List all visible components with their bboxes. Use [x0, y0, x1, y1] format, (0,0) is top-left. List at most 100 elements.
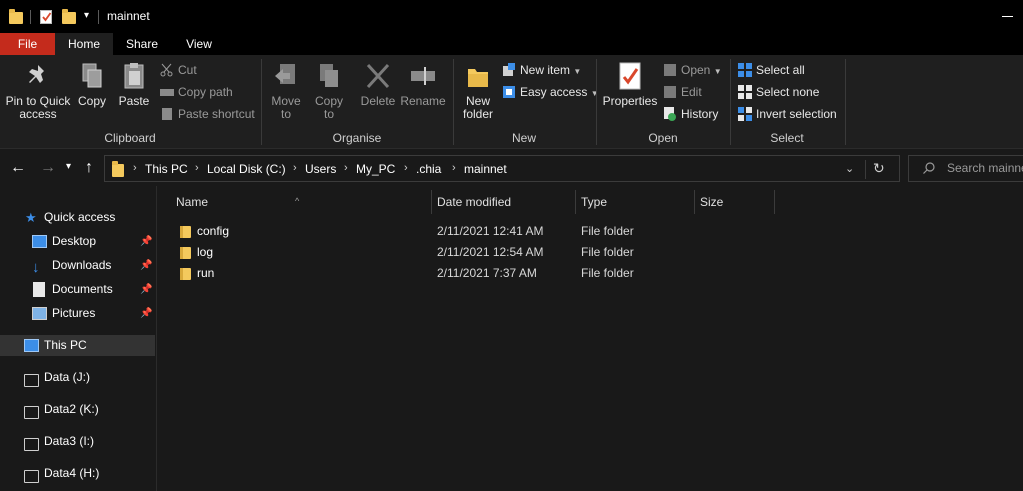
paste-shortcut-button[interactable]: Paste shortcut	[160, 104, 255, 124]
copy-button[interactable]: Copy	[74, 61, 110, 108]
new-item-icon	[502, 63, 516, 77]
chevron-right-icon[interactable]: ›	[133, 162, 137, 174]
chevron-down-icon: ▼	[573, 67, 582, 76]
tab-home[interactable]: Home	[55, 33, 113, 55]
sidebar-item-label: Data4 (H:)	[44, 466, 100, 480]
back-arrow-icon[interactable]: ←	[10, 159, 26, 177]
select-all-icon	[738, 63, 752, 77]
column-header-name[interactable]: Name ^	[171, 192, 431, 217]
ribbon: Pin to Quick access Copy Paste Cut Copy …	[0, 55, 1023, 149]
select-group-label: Select	[770, 131, 804, 145]
column-header-size[interactable]: Size	[695, 192, 774, 217]
select-all-button[interactable]: Select all	[738, 60, 805, 80]
chevron-down-icon: ▼	[713, 67, 722, 76]
tab-file[interactable]: File	[0, 33, 55, 55]
rename-label: Rename	[400, 94, 446, 108]
breadcrumb-mainnet[interactable]: mainnet	[464, 162, 507, 176]
new-item-label: New item	[520, 63, 571, 77]
breadcrumb-local-disk[interactable]: Local Disk (C:)	[207, 162, 286, 176]
chevron-right-icon[interactable]: ›	[452, 162, 456, 174]
column-header-date-modified[interactable]: Date modified	[432, 192, 575, 217]
select-none-icon	[738, 85, 752, 99]
sidebar-item-pictures[interactable]: Pictures 📌	[0, 303, 155, 324]
sidebar-item-drive-j[interactable]: Data (J:)	[0, 367, 155, 388]
select-none-button[interactable]: Select none	[738, 82, 819, 102]
up-arrow-icon[interactable]: ↑	[85, 159, 93, 177]
address-bar[interactable]: › This PC › Local Disk (C:) › Users › My…	[104, 155, 900, 182]
customize-toolbar-chevron-icon[interactable]: ▾	[84, 10, 89, 21]
properties-button[interactable]: Properties	[602, 61, 658, 108]
move-to-button[interactable]: Move to	[267, 61, 305, 121]
properties-check-icon[interactable]	[40, 9, 54, 27]
search-box[interactable]	[908, 155, 1023, 182]
chevron-right-icon[interactable]: ›	[293, 162, 297, 174]
tab-view[interactable]: View	[171, 33, 227, 55]
move-to-icon	[272, 61, 300, 91]
recent-locations-chevron-icon[interactable]: ▾	[66, 161, 71, 172]
file-date: 2/11/2021 7:37 AM	[437, 266, 537, 280]
pin-to-quick-access-button[interactable]: Pin to Quick access	[4, 61, 72, 121]
easy-access-button[interactable]: Easy access ▼	[502, 82, 599, 102]
delete-button[interactable]: Delete	[358, 61, 398, 108]
cut-button[interactable]: Cut	[160, 60, 197, 80]
table-row[interactable]: config 2/11/2021 12:41 AM File folder	[172, 221, 772, 242]
open-button[interactable]: Open ▼	[663, 60, 722, 80]
sidebar-item-documents[interactable]: Documents 📌	[0, 279, 155, 300]
column-divider[interactable]	[774, 190, 775, 214]
address-history-chevron-icon[interactable]: ⌄	[845, 162, 854, 175]
paste-shortcut-label: Paste shortcut	[178, 107, 255, 121]
paste-icon	[120, 61, 148, 91]
copy-to-button[interactable]: Copy to	[310, 61, 348, 121]
invert-selection-button[interactable]: Invert selection	[738, 104, 837, 124]
breadcrumb-users[interactable]: Users	[305, 162, 336, 176]
delete-label: Delete	[360, 94, 396, 108]
sidebar-item-this-pc[interactable]: This PC	[0, 335, 155, 356]
pin-icon	[24, 61, 52, 91]
sidebar-item-label: Data (J:)	[44, 370, 91, 384]
sidebar-item-downloads[interactable]: ↓ Downloads 📌	[0, 255, 155, 276]
column-header-type[interactable]: Type	[576, 192, 694, 217]
file-type: File folder	[581, 266, 634, 280]
sidebar-item-label: Downloads	[52, 258, 112, 272]
new-folder-button[interactable]: New folder	[458, 61, 498, 121]
table-row[interactable]: run 2/11/2021 7:37 AM File folder	[172, 263, 772, 284]
pictures-icon	[32, 307, 47, 320]
tab-share[interactable]: Share	[113, 33, 171, 55]
minimize-button[interactable]	[1002, 16, 1013, 17]
sidebar-item-drive-k[interactable]: Data2 (K:)	[0, 399, 155, 420]
table-row[interactable]: log 2/11/2021 12:54 AM File folder	[172, 242, 772, 263]
new-folder-icon	[464, 61, 492, 91]
sidebar-item-drive-h[interactable]: Data4 (H:)	[0, 463, 155, 484]
breadcrumb-chia[interactable]: .chia	[416, 162, 441, 176]
history-button[interactable]: History	[663, 104, 718, 124]
navigation-pane: ★ Quick access Desktop 📌 ↓ Downloads 📌 D…	[0, 186, 157, 491]
chevron-right-icon[interactable]: ›	[404, 162, 408, 174]
new-item-button[interactable]: New item ▼	[502, 60, 581, 80]
rename-button[interactable]: Rename	[400, 61, 446, 108]
sidebar-item-quick-access[interactable]: ★ Quick access	[0, 207, 155, 228]
sidebar-item-drive-i[interactable]: Data3 (I:)	[0, 431, 155, 452]
easy-access-label: Easy access	[520, 85, 588, 99]
star-icon: ★	[25, 210, 37, 225]
paste-button[interactable]: Paste	[116, 61, 152, 108]
select-none-label: Select none	[756, 85, 820, 99]
copy-path-button[interactable]: Copy path	[160, 82, 233, 102]
pin-icon[interactable]: 📌	[140, 255, 152, 276]
computer-icon	[24, 339, 39, 352]
pin-icon[interactable]: 📌	[140, 303, 152, 324]
chevron-right-icon[interactable]: ›	[344, 162, 348, 174]
edit-label: Edit	[681, 85, 702, 99]
new-group-label: New	[511, 131, 536, 145]
refresh-icon[interactable]: ↻	[873, 160, 885, 177]
column-header-label: Name	[176, 195, 209, 209]
chevron-right-icon[interactable]: ›	[195, 162, 199, 174]
sidebar-item-desktop[interactable]: Desktop 📌	[0, 231, 155, 252]
edit-button[interactable]: Edit	[663, 82, 702, 102]
pin-icon[interactable]: 📌	[140, 231, 152, 252]
search-input[interactable]	[947, 161, 1023, 175]
breadcrumb-this-pc[interactable]: This PC	[145, 162, 188, 176]
forward-arrow-icon[interactable]: →	[40, 159, 56, 177]
breadcrumb-my-pc[interactable]: My_PC	[356, 162, 395, 176]
rename-icon	[409, 61, 437, 91]
pin-icon[interactable]: 📌	[140, 279, 152, 300]
